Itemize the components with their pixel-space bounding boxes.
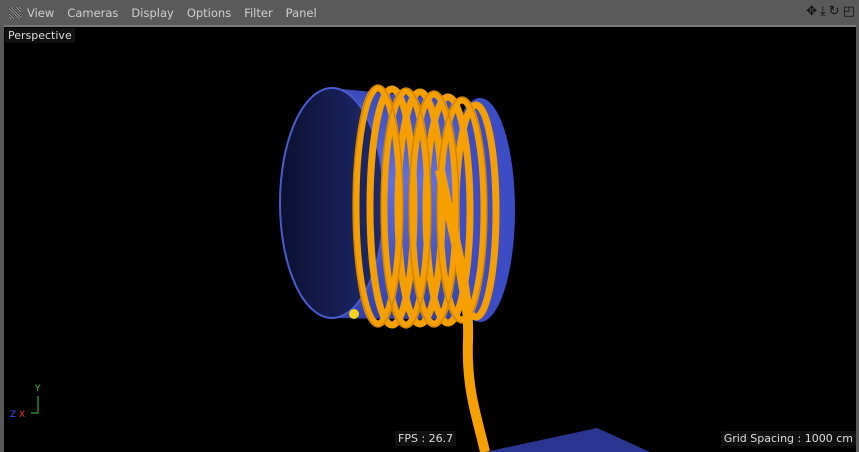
menu-panel[interactable]: Panel — [286, 6, 317, 20]
rotate-icon[interactable]: ↻ — [829, 5, 840, 19]
grid-spacing-readout: Grid Spacing : 1000 cm — [720, 431, 856, 446]
axis-y-label: Y — [35, 384, 41, 394]
ground-plane — [485, 428, 650, 452]
fps-readout: FPS : 26.7 — [395, 431, 457, 446]
layout-icon[interactable]: ◰ — [843, 5, 855, 19]
move-icon[interactable]: ✥ — [806, 5, 817, 19]
camera-label[interactable]: Perspective — [5, 28, 75, 43]
axis-x-label: X — [19, 410, 26, 420]
cable-end — [349, 309, 359, 319]
menu-view[interactable]: View — [27, 6, 54, 20]
zoom-icon[interactable]: ⤓ — [820, 5, 826, 19]
scene-render — [31, 84, 650, 452]
perspective-viewport[interactable]: Perspective Y Z X FPS : 26.7 Grid Spacin… — [4, 25, 856, 452]
menu-filter[interactable]: Filter — [244, 6, 272, 20]
axis-gizmo — [31, 396, 39, 414]
menu-cameras[interactable]: Cameras — [67, 6, 118, 20]
viewport-menubar: View Cameras Display Options Filter Pane… — [0, 0, 859, 25]
menu-options[interactable]: Options — [187, 6, 231, 20]
menu-display[interactable]: Display — [131, 6, 173, 20]
axis-z-label: Z — [10, 410, 17, 420]
panel-grip-icon[interactable] — [9, 6, 21, 19]
